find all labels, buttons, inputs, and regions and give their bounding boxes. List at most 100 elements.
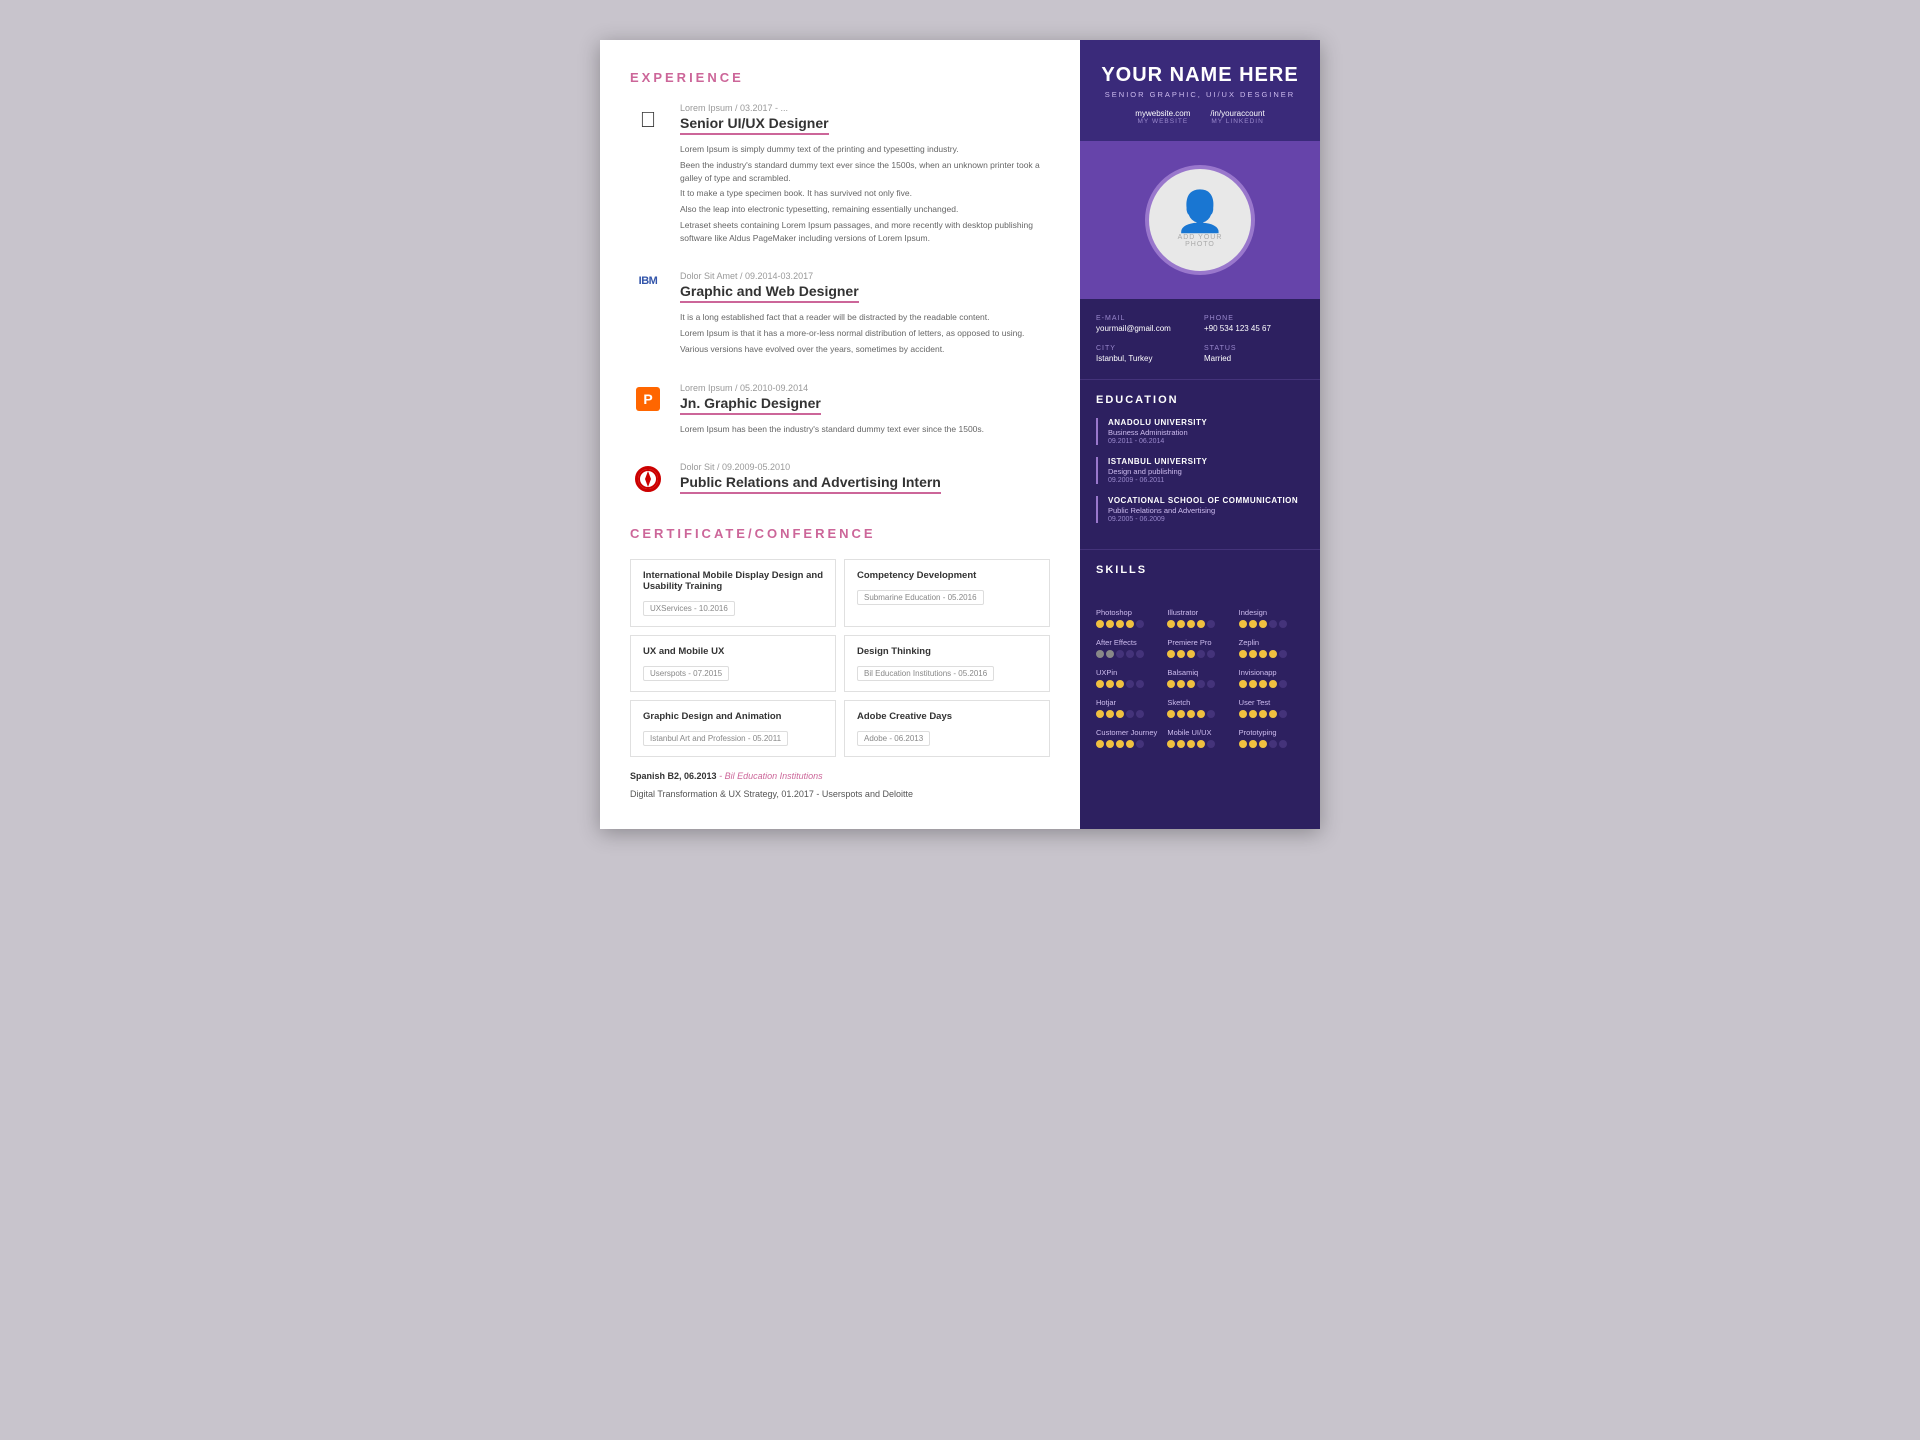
skill-dots-1 xyxy=(1167,620,1232,628)
photo-label: ADD YOURPHOTO xyxy=(1178,234,1223,248)
email-label: E-MAIL xyxy=(1096,315,1196,322)
skill-dots-5 xyxy=(1239,650,1304,658)
dot-0-2 xyxy=(1116,620,1124,628)
linkedin-link[interactable]: /in/youraccount MY LINKEDIN xyxy=(1210,109,1264,125)
skill-name-1: Illustrator xyxy=(1167,608,1232,617)
edu-item-0: ANADOLU UNIVERSITY Business Administrati… xyxy=(1096,418,1304,445)
email-value: yourmail@gmail.com xyxy=(1096,324,1196,333)
dot-3-1 xyxy=(1106,650,1114,658)
dot-1-1 xyxy=(1177,620,1185,628)
status-label: STATUS xyxy=(1204,345,1304,352)
contact-grid: E-MAIL yourmail@gmail.com PHONE +90 534 … xyxy=(1080,299,1320,380)
airline-icon xyxy=(638,469,658,489)
skill-item-0: Photoshop xyxy=(1096,608,1161,628)
skill-name-7: Balsamiq xyxy=(1167,668,1232,677)
dot-7-3 xyxy=(1197,680,1205,688)
status-item: STATUS Married xyxy=(1204,345,1304,363)
job-payoneer-desc: Lorem Ipsum has been the industry's stan… xyxy=(680,423,1050,436)
dot-6-0 xyxy=(1096,680,1104,688)
education-section: EDUCATION ANADOLU UNIVERSITY Business Ad… xyxy=(1080,380,1320,550)
cert-section-title: CERTIFICATE/CONFERENCE xyxy=(630,526,1050,541)
skill-name-10: Sketch xyxy=(1167,698,1232,707)
skill-name-4: Premiere Pro xyxy=(1167,638,1232,647)
candidate-subtitle: SENIOR GRAPHIC, UI/UX DESGINER xyxy=(1096,90,1304,99)
website-label: MY WEBSITE xyxy=(1138,118,1189,125)
job-ibm: IBM Dolor Sit Amet / 09.2014-03.2017 Gra… xyxy=(630,271,1050,358)
cert-badge-0: UXServices - 10.2016 xyxy=(643,601,735,616)
dot-7-1 xyxy=(1177,680,1185,688)
website-url: mywebsite.com xyxy=(1135,109,1190,118)
skill-item-8: Invisionapp xyxy=(1239,668,1304,688)
email-item: E-MAIL yourmail@gmail.com xyxy=(1096,315,1196,333)
dot-8-0 xyxy=(1239,680,1247,688)
skill-item-10: Sketch xyxy=(1167,698,1232,718)
dot-14-4 xyxy=(1279,740,1287,748)
dot-3-0 xyxy=(1096,650,1104,658)
edu-school-0: ANADOLU UNIVERSITY xyxy=(1108,418,1304,427)
edu-degree-1: Design and publishing xyxy=(1108,467,1304,476)
skill-item-1: Illustrator xyxy=(1167,608,1232,628)
dot-1-3 xyxy=(1197,620,1205,628)
skills-section: SKILLS xyxy=(1080,550,1320,594)
job-ibm-title: Graphic and Web Designer xyxy=(680,283,859,303)
skill-name-5: Zeplin xyxy=(1239,638,1304,647)
dot-6-1 xyxy=(1106,680,1114,688)
dot-5-1 xyxy=(1249,650,1257,658)
skills-title: SKILLS xyxy=(1096,564,1304,576)
skill-item-5: Zeplin xyxy=(1239,638,1304,658)
skill-dots-7 xyxy=(1167,680,1232,688)
job-ibm-desc: It is a long established fact that a rea… xyxy=(680,311,1050,355)
avatar-icon: 👤 xyxy=(1175,192,1225,232)
skill-item-2: Indesign xyxy=(1239,608,1304,628)
right-header: YOUR NAME HERE SENIOR GRAPHIC, UI/UX DES… xyxy=(1080,40,1320,141)
dot-10-1 xyxy=(1177,710,1185,718)
job-airline-meta: Dolor Sit / 09.2009-05.2010 xyxy=(680,462,1050,472)
dot-9-0 xyxy=(1096,710,1104,718)
linkedin-url: /in/youraccount xyxy=(1210,109,1264,118)
digital-transform: Digital Transformation & UX Strategy, 01… xyxy=(630,789,1050,799)
dot-2-2 xyxy=(1259,620,1267,628)
right-panel: YOUR NAME HERE SENIOR GRAPHIC, UI/UX DES… xyxy=(1080,40,1320,829)
dot-11-2 xyxy=(1259,710,1267,718)
dot-9-1 xyxy=(1106,710,1114,718)
dot-7-2 xyxy=(1187,680,1195,688)
cert-card-5: Adobe Creative Days Adobe - 06.2013 xyxy=(844,700,1050,757)
job-airline: Dolor Sit / 09.2009-05.2010 Public Relat… xyxy=(630,462,1050,502)
cert-card-0: International Mobile Display Design and … xyxy=(630,559,836,627)
dot-0-3 xyxy=(1126,620,1134,628)
dot-3-2 xyxy=(1116,650,1124,658)
ibm-logo: IBM xyxy=(630,275,666,287)
job-payoneer-meta: Lorem Ipsum / 05.2010-09.2014 xyxy=(680,383,1050,393)
cert-name-4: Graphic Design and Animation xyxy=(643,711,823,722)
job-apple-meta: Lorem Ipsum / 03.2017 - ... xyxy=(680,103,1050,113)
dot-2-1 xyxy=(1249,620,1257,628)
cert-badge-4: Istanbul Art and Profession - 05.2011 xyxy=(643,731,788,746)
skill-item-9: Hotjar xyxy=(1096,698,1161,718)
cert-name-0: International Mobile Display Design and … xyxy=(643,570,823,592)
edu-item-1: ISTANBUL UNIVERSITY Design and publishin… xyxy=(1096,457,1304,484)
phone-value: +90 534 123 45 67 xyxy=(1204,324,1304,333)
skill-item-14: Prototyping xyxy=(1239,728,1304,748)
skill-item-12: Customer Journey xyxy=(1096,728,1161,748)
dot-5-4 xyxy=(1279,650,1287,658)
dot-3-4 xyxy=(1136,650,1144,658)
website-link[interactable]: mywebsite.com MY WEBSITE xyxy=(1135,109,1190,125)
skill-dots-13 xyxy=(1167,740,1232,748)
linkedin-label: MY LINKEDIN xyxy=(1211,118,1263,125)
skill-dots-2 xyxy=(1239,620,1304,628)
cert-badge-1: Submarine Education - 05.2016 xyxy=(857,590,984,605)
dot-0-1 xyxy=(1106,620,1114,628)
dot-5-3 xyxy=(1269,650,1277,658)
edu-item-2: VOCATIONAL SCHOOL OF COMMUNICATION Publi… xyxy=(1096,496,1304,523)
cert-name-3: Design Thinking xyxy=(857,646,1037,657)
dot-10-4 xyxy=(1207,710,1215,718)
dot-1-0 xyxy=(1167,620,1175,628)
skill-name-13: Mobile UI/UX xyxy=(1167,728,1232,737)
dot-8-2 xyxy=(1259,680,1267,688)
dot-7-0 xyxy=(1167,680,1175,688)
dot-9-3 xyxy=(1126,710,1134,718)
edu-years-1: 09.2009 - 06.2011 xyxy=(1108,477,1304,484)
dot-9-2 xyxy=(1116,710,1124,718)
cert-grid: International Mobile Display Design and … xyxy=(630,559,1050,757)
right-links: mywebsite.com MY WEBSITE /in/youraccount… xyxy=(1096,109,1304,125)
